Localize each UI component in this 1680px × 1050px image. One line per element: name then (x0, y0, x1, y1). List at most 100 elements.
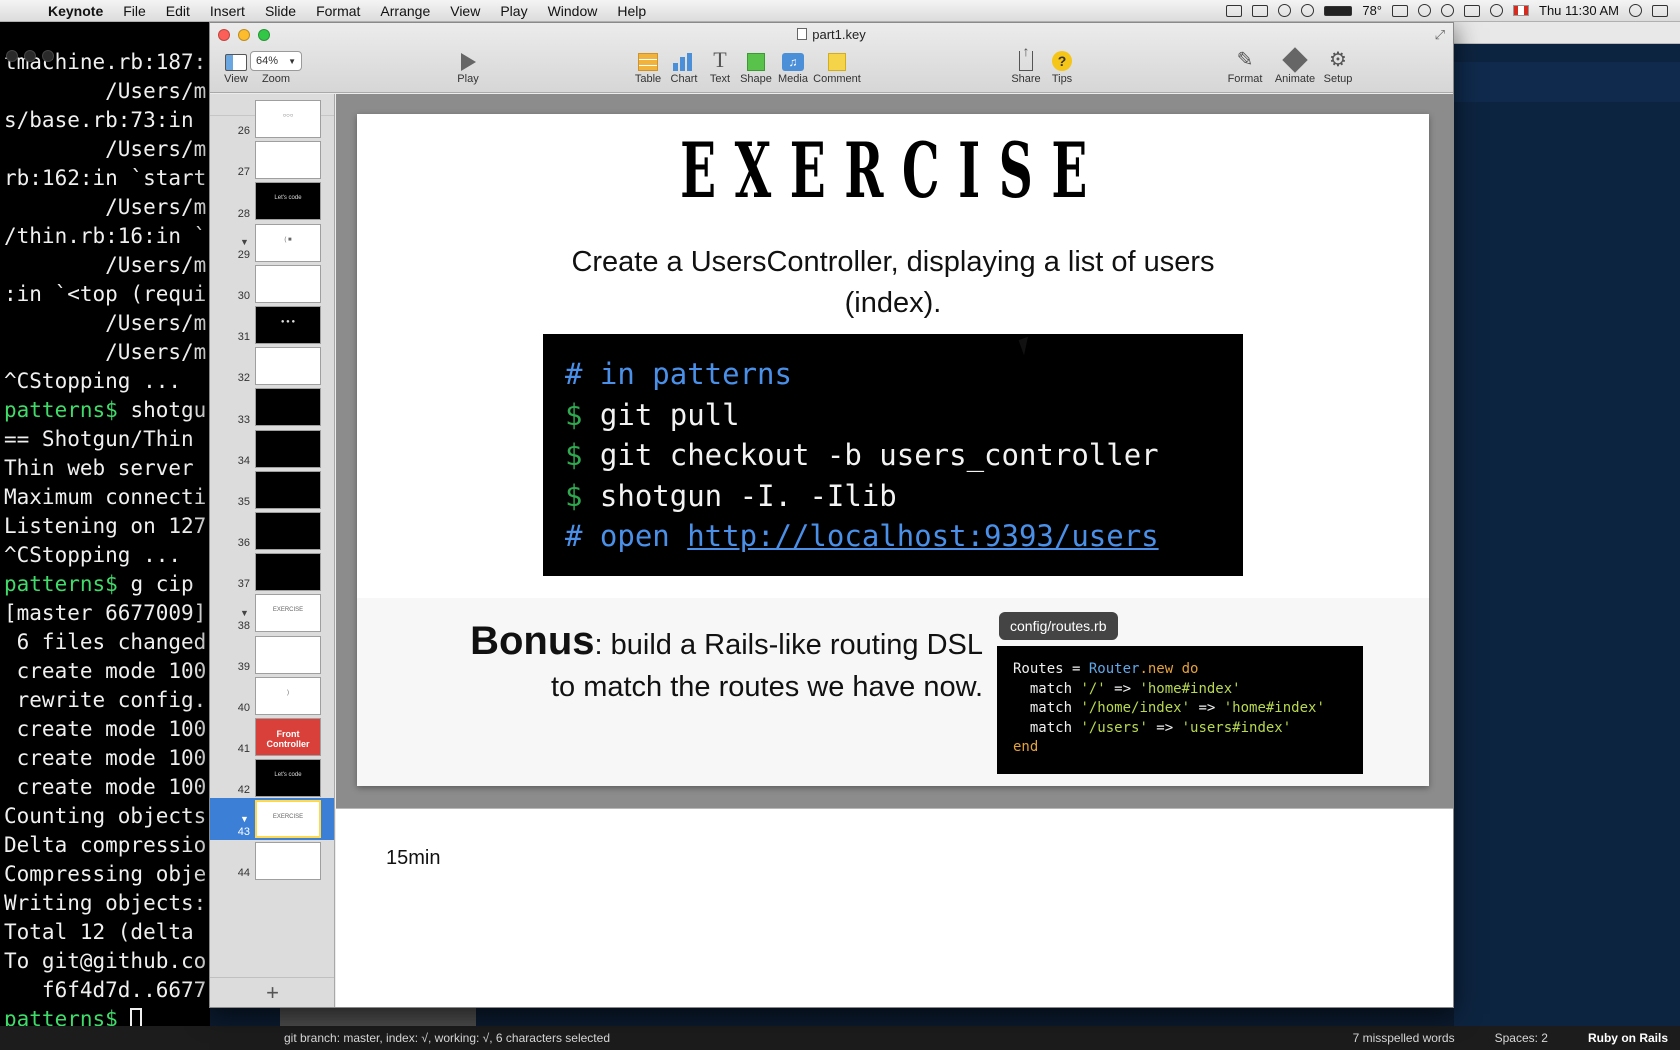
slide-thumbnail-28[interactable]: Let's code 28 (210, 180, 334, 221)
bonus-text[interactable]: Bonus: build a Rails-like routing DSL to… (457, 620, 983, 708)
menu-app-name[interactable]: Keynote (38, 0, 113, 22)
media-button[interactable]: ♫ Media (772, 49, 814, 85)
disclosure-triangle-icon[interactable]: ▼ (240, 814, 249, 824)
slide-thumbnail-35[interactable]: 35 (210, 469, 334, 510)
slide-thumbnail-43[interactable]: EXERCISE 43 ▼ (210, 798, 334, 840)
slide-thumbnail-42[interactable]: Let's code 42 (210, 757, 334, 798)
slide-subtitle[interactable]: Create a UsersController, displaying a l… (537, 242, 1249, 324)
menubar-clock[interactable]: Thu 11:30 AM (1539, 3, 1619, 18)
editor-window[interactable] (1454, 22, 1680, 1032)
slide-thumbnail-40[interactable]: ) 40 (210, 675, 334, 716)
volume-icon[interactable] (1490, 4, 1504, 17)
slide-thumbnail-29[interactable]: ( ■ 29 ▼ (210, 222, 334, 263)
input-source-flag-icon[interactable] (1513, 5, 1530, 16)
thumbnail-text: EXERCISE (272, 607, 304, 614)
terminal-minimize-icon[interactable] (24, 50, 36, 62)
slide-thumbnail-38[interactable]: EXERCISE 38 ▼ (210, 592, 334, 633)
text-button[interactable]: T Text (700, 49, 740, 86)
disclosure-triangle-icon[interactable]: ▼ (240, 237, 249, 247)
menu-file[interactable]: File (113, 0, 156, 22)
slide-thumbnail-41[interactable]: Front Controller 41 (210, 716, 334, 757)
terminal-line: create mode 100 (4, 717, 207, 741)
menu-help[interactable]: Help (607, 0, 656, 22)
move-icon[interactable] (1301, 4, 1315, 17)
media-label: Media (778, 73, 808, 85)
slide-thumbnail-31[interactable]: ● ● ● 31 (210, 304, 334, 345)
menu-insert[interactable]: Insert (200, 0, 255, 22)
memory-meter-icon[interactable] (1324, 5, 1353, 16)
slide-thumbnail-44[interactable]: 44 (210, 840, 334, 881)
menu-edit[interactable]: Edit (156, 0, 200, 22)
slide-thumbnail-34[interactable]: 34 (210, 428, 334, 469)
current-slide[interactable]: EXERCISE Create a UsersController, displ… (357, 114, 1429, 786)
slide-number: 43 (237, 825, 250, 838)
screen-recorder-icon[interactable] (1226, 4, 1243, 17)
play-icon (460, 53, 476, 71)
fullscreen-icon[interactable]: ⤢ (1435, 27, 1445, 43)
presenter-notes-text[interactable]: 15min (386, 847, 440, 870)
document-title: part1.key (210, 27, 1453, 42)
display-icon[interactable] (1464, 4, 1481, 17)
misspelled-words-count[interactable]: 7 misspelled words (1353, 1031, 1455, 1045)
slide-thumbnail-36[interactable]: 36 (210, 510, 334, 551)
slide-thumbnail-33[interactable]: 33 (210, 386, 334, 427)
shape-icon (747, 53, 765, 71)
route-path: '/' (1080, 680, 1106, 697)
menu-format[interactable]: Format (306, 0, 370, 22)
zoom-control[interactable]: 64% ▼ Zoom (244, 49, 308, 85)
presenter-notes[interactable]: 15min (336, 808, 1453, 1007)
chevron-down-icon: ▼ (288, 56, 296, 66)
bonus-section[interactable]: Bonus: build a Rails-like routing DSL to… (357, 598, 1429, 786)
slide-title[interactable]: EXERCISE (561, 126, 1226, 215)
slide-thumbnail-39[interactable]: 39 (210, 634, 334, 675)
disclosure-triangle-icon[interactable]: ▼ (240, 608, 249, 618)
code-block[interactable]: # in patterns $ git pull $ git checkout … (543, 334, 1243, 576)
slide-number: 42 (237, 784, 250, 797)
notification-icon[interactable] (1278, 4, 1292, 17)
editor-horizontal-scrollbar[interactable] (280, 1008, 476, 1026)
setup-button[interactable]: ⚙ Setup (1318, 49, 1358, 85)
format-button[interactable]: ✎ Format (1222, 49, 1268, 85)
menu-window[interactable]: Window (538, 0, 608, 22)
terminal-close-icon[interactable] (6, 50, 18, 62)
menu-view[interactable]: View (440, 0, 490, 22)
time-machine-icon[interactable] (1418, 4, 1432, 17)
notification-center-icon[interactable] (1652, 4, 1668, 17)
add-slide-button[interactable]: + (210, 977, 334, 1007)
share-button[interactable]: Share (1006, 43, 1046, 85)
temperature-readout[interactable]: 78° (1362, 3, 1382, 18)
localhost-link[interactable]: http://localhost:9393/users (687, 519, 1158, 553)
slide-thumbnail-30[interactable]: 30 (210, 263, 334, 304)
slide-thumbnail-37[interactable]: 37 (210, 551, 334, 592)
router-class: Router (1088, 661, 1140, 677)
chart-button[interactable]: Chart (664, 49, 704, 85)
terminal-zoom-icon[interactable] (42, 50, 54, 62)
play-button[interactable]: Play (450, 49, 486, 85)
editor-tab[interactable] (1454, 62, 1680, 102)
animate-button[interactable]: Animate (1272, 47, 1318, 85)
spotlight-search-icon[interactable] (1629, 4, 1642, 17)
thumbnail-text: ) (287, 689, 289, 696)
indent-spaces-setting[interactable]: Spaces: 2 (1495, 1031, 1548, 1045)
zoom-select[interactable]: 64% ▼ (250, 51, 302, 71)
shape-button[interactable]: Shape (736, 49, 776, 85)
table-button[interactable]: Table (628, 49, 668, 85)
slide-thumbnail-image (255, 635, 321, 674)
slide-navigator[interactable]: Slides ○○○2627Let's code28( ■29▼30● ● ●3… (210, 94, 335, 1007)
slide-thumbnail-32[interactable]: 32 (210, 345, 334, 386)
slide-thumbnail-26[interactable]: ○○○ 26 (210, 98, 334, 139)
menu-arrange[interactable]: Arrange (370, 0, 440, 22)
routes-code-block[interactable]: Routes = Router.new do match '/' => 'hom… (997, 646, 1363, 774)
menu-slide[interactable]: Slide (255, 0, 306, 22)
menu-play[interactable]: Play (490, 0, 537, 22)
drive-icon[interactable] (1252, 4, 1269, 17)
slide-canvas[interactable]: EXERCISE Create a UsersController, displ… (336, 94, 1453, 1007)
battery-icon[interactable] (1392, 4, 1409, 17)
comment-button[interactable]: Comment (810, 49, 864, 85)
wifi-icon[interactable] (1441, 4, 1455, 17)
tips-button[interactable]: ? Tips (1042, 49, 1082, 85)
syntax-language-selector[interactable]: Ruby on Rails (1588, 1031, 1668, 1045)
slide-thumbnail-27[interactable]: 27 (210, 139, 334, 180)
share-label: Share (1011, 73, 1041, 85)
terminal-window[interactable]: tmachine.rb:187: /Users/m s/base.rb:73:in… (0, 22, 210, 1032)
